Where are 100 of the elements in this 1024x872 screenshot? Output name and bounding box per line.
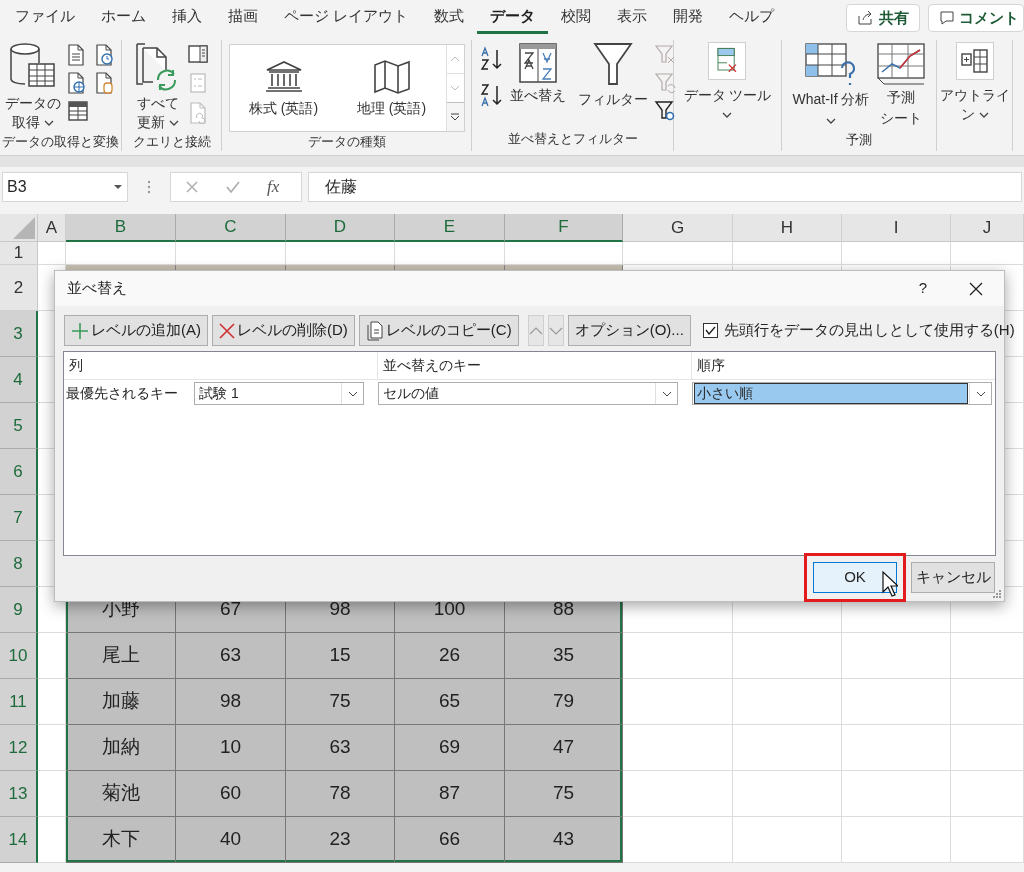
ribbon-tab[interactable]: ヘルプ (716, 2, 788, 34)
delete-level-button[interactable]: レベルの削除(D) (212, 315, 355, 346)
data-tools-button[interactable]: データ ツール (683, 42, 772, 124)
side-pane-icon[interactable] (186, 44, 209, 64)
filter-button[interactable]: フィルター (578, 42, 648, 109)
caret-icon (661, 390, 672, 397)
get-data-button[interactable]: データの 取得 (4, 42, 61, 132)
table-question-icon[interactable] (804, 42, 858, 88)
row-header[interactable]: 13 (0, 771, 38, 817)
forecast-sheet-button[interactable]: 予測 シート (875, 42, 926, 128)
column-header[interactable]: G (623, 214, 733, 242)
database-document-icon[interactable] (94, 72, 113, 94)
row-header[interactable]: 3 (0, 311, 38, 357)
table-icon[interactable] (66, 100, 89, 122)
column-header[interactable]: A (38, 214, 66, 242)
column-dropdown[interactable]: 試験 1 (194, 382, 364, 405)
column-header[interactable]: D (286, 214, 395, 242)
what-if-analysis-button[interactable]: What-If 分析 (792, 42, 870, 130)
row-header[interactable]: 1 (0, 242, 38, 265)
ok-button[interactable]: OK (813, 562, 897, 593)
name-box[interactable]: B3 (2, 172, 128, 202)
copy-icon (365, 320, 384, 341)
table-cell: 47 (505, 725, 623, 771)
stock-type-button[interactable]: 株式 (英語) (248, 58, 319, 118)
checkbox-label[interactable]: 先頭行をデータの見出しとして使用する(H) (723, 319, 1015, 342)
dropdown-icon (113, 184, 123, 190)
table-cell: 98 (176, 679, 286, 725)
sort-descending-icon[interactable] (480, 82, 504, 108)
caret-icon (975, 390, 986, 397)
column-header[interactable]: F (505, 214, 623, 242)
column-header[interactable]: B (66, 214, 176, 242)
refresh-all-button[interactable]: すべて 更新 (134, 42, 181, 132)
ribbon-tab[interactable]: 数式 (421, 2, 478, 34)
row-header[interactable]: 12 (0, 725, 38, 771)
formula-input[interactable]: 佐藤 (308, 172, 1022, 202)
funnel-icon[interactable] (593, 42, 633, 86)
table-cell: 63 (176, 633, 286, 679)
table-cell: 加納 (66, 725, 176, 771)
gallery-more-icon[interactable] (450, 113, 460, 121)
ribbon-tab[interactable]: ページ レイアウト (271, 2, 422, 34)
order-dropdown[interactable]: 小さい順 (692, 382, 992, 405)
row-header[interactable]: 2 (0, 265, 38, 311)
outline-grid-icon[interactable] (959, 46, 990, 76)
row-header[interactable]: 11 (0, 679, 38, 725)
column-header[interactable]: C (176, 214, 286, 242)
row-header[interactable]: 5 (0, 403, 38, 449)
column-header[interactable]: H (733, 214, 842, 242)
sort-grid-icon[interactable] (518, 42, 558, 84)
chevron-up-icon (528, 326, 543, 335)
resize-grip-icon[interactable] (992, 589, 1002, 599)
chevron-down-icon (548, 326, 563, 335)
ribbon-tab[interactable]: ファイル (2, 2, 88, 34)
table-cell: 加藤 (66, 679, 176, 725)
forecast-chart-icon[interactable] (875, 42, 926, 86)
options-button[interactable]: オプション(O)... (567, 315, 691, 346)
drag-handle-icon[interactable] (147, 180, 151, 194)
row-header[interactable]: 8 (0, 541, 38, 587)
ribbon-tab[interactable]: 開発 (660, 2, 717, 34)
add-level-button[interactable]: レベルの追加(A) (64, 315, 208, 346)
row-header[interactable]: 6 (0, 449, 38, 495)
table-cell: 79 (505, 679, 623, 725)
table-cell: 69 (395, 725, 505, 771)
row-header[interactable]: 10 (0, 633, 38, 679)
sort-ascending-icon[interactable] (480, 46, 504, 72)
sort-on-dropdown[interactable]: セルの値 (378, 382, 678, 405)
column-header[interactable]: I (842, 214, 951, 242)
row-header[interactable]: 4 (0, 357, 38, 403)
row-header[interactable]: 7 (0, 495, 38, 541)
geography-type-button[interactable]: 地理 (英語) (356, 58, 427, 118)
caret-icon (978, 111, 989, 118)
globe-document-icon[interactable] (66, 72, 85, 94)
cancel-button[interactable]: キャンセル (911, 562, 995, 593)
table-cell: 木下 (66, 817, 176, 863)
sort-button[interactable]: 並べ替え (510, 42, 566, 105)
level-label: 最優先されるキー (66, 384, 179, 403)
share-icon (857, 10, 873, 26)
insert-function-button[interactable]: fx (267, 174, 280, 200)
checkbox[interactable] (702, 323, 718, 338)
help-button[interactable]: ? (898, 271, 948, 306)
ribbon-tab[interactable]: 描画 (215, 2, 271, 34)
comment-button[interactable]: コメント (928, 4, 1024, 32)
table-cell: 60 (176, 771, 286, 817)
column-header[interactable]: E (395, 214, 505, 242)
share-button[interactable]: 共有 (846, 4, 920, 32)
funnel-gear-icon[interactable] (654, 100, 676, 122)
ribbon-tab[interactable]: ホーム (88, 2, 159, 34)
text-document-icon[interactable] (66, 44, 85, 66)
column-header[interactable]: J (951, 214, 1024, 242)
row-header[interactable]: 9 (0, 587, 38, 633)
caret-icon (722, 111, 733, 118)
copy-level-button[interactable]: レベルのコピー(C) (358, 315, 519, 346)
ribbon-tab[interactable]: 表示 (604, 2, 661, 34)
clock-document-icon[interactable] (94, 44, 113, 66)
row-header[interactable]: 14 (0, 817, 38, 863)
table-cell: 菊池 (66, 771, 176, 817)
outline-button[interactable]: アウトライ ン (939, 42, 1010, 124)
ribbon-tab[interactable]: 挿入 (159, 2, 215, 34)
ribbon-tab[interactable]: 校閲 (548, 2, 605, 34)
table-cell: 15 (286, 633, 395, 679)
table-cell: 65 (395, 679, 505, 725)
